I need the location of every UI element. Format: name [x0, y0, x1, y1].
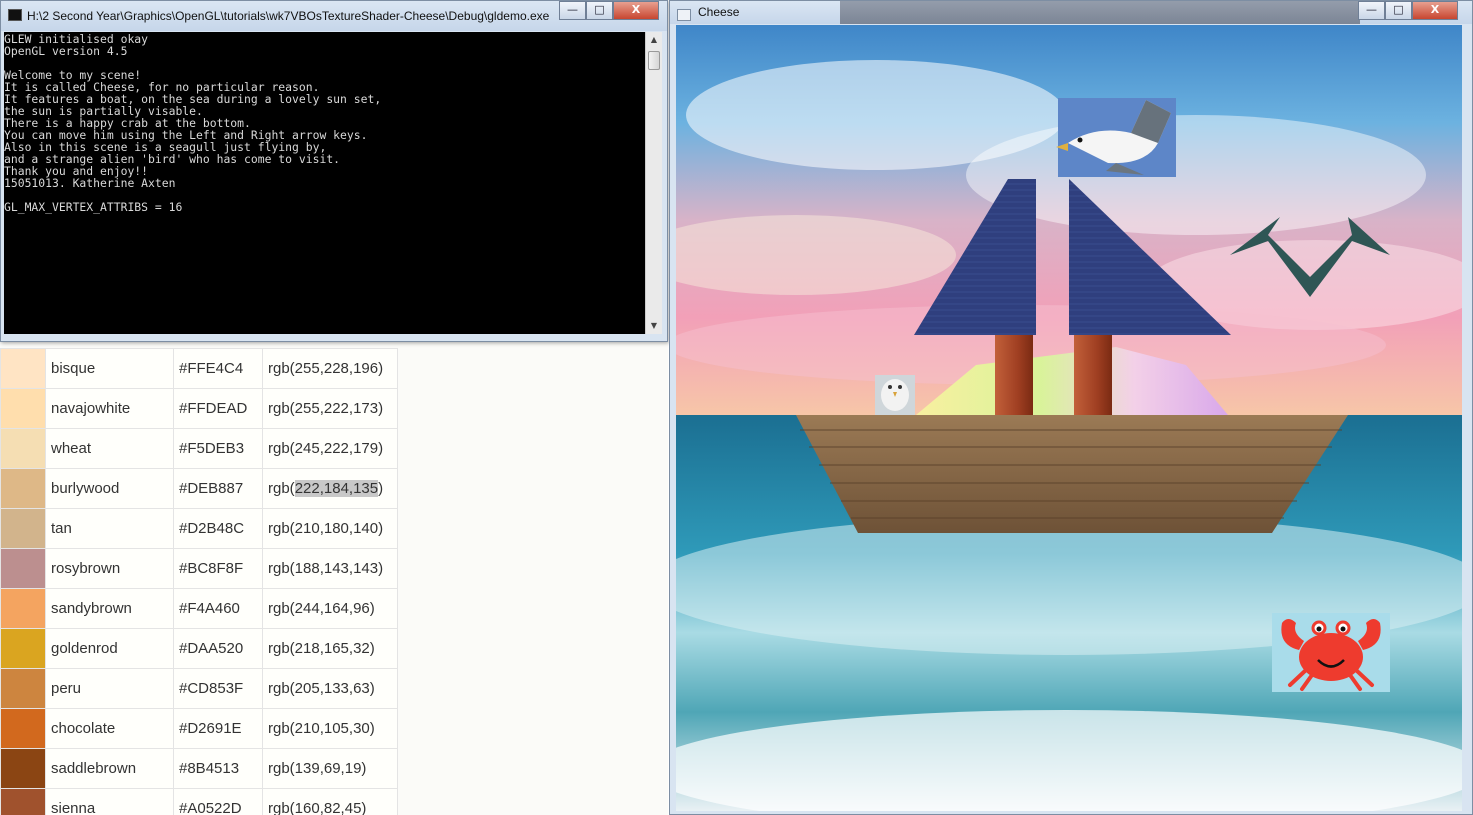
opengl-scene-canvas[interactable] [676, 25, 1462, 811]
color-name: navajowhite [45, 388, 174, 429]
scrollbar-thumb[interactable] [648, 51, 660, 70]
console-window: H:\2 Second Year\Graphics\OpenGL\tutoria… [0, 0, 668, 342]
mast-left [995, 333, 1033, 417]
scene-drawing [676, 25, 1462, 811]
color-name: saddlebrown [45, 748, 174, 789]
background-window-menubar [840, 1, 1360, 24]
color-row: sienna #A0522D rgb(160,82,45) [0, 788, 398, 815]
cheese-window-title: Cheese [698, 5, 740, 19]
maximize-button[interactable]: □ [586, 1, 613, 20]
color-swatch [0, 508, 46, 549]
cheese-window: Cheese — □ X [669, 0, 1473, 815]
scroll-down-icon[interactable]: ▼ [646, 318, 662, 334]
selected-text[interactable]: 222,184,135 [294, 480, 379, 497]
color-hex: #D2B48C [173, 508, 263, 549]
color-row: sandybrown #F4A460 rgb(244,164,96) [0, 588, 398, 629]
color-row: rosybrown #BC8F8F rgb(188,143,143) [0, 548, 398, 589]
mast-right [1074, 333, 1112, 417]
color-rgb[interactable]: rgb(218,165,32) [262, 628, 398, 669]
color-row: chocolate #D2691E rgb(210,105,30) [0, 708, 398, 749]
console-scrollbar[interactable]: ▲ ▼ [645, 32, 662, 334]
color-row: navajowhite #FFDEAD rgb(255,222,173) [0, 388, 398, 429]
color-rgb[interactable]: rgb(205,133,63) [262, 668, 398, 709]
color-rgb[interactable]: rgb(244,164,96) [262, 588, 398, 629]
color-name: peru [45, 668, 174, 709]
color-swatch [0, 668, 46, 709]
close-button[interactable]: X [1412, 1, 1458, 20]
color-swatch [0, 428, 46, 469]
color-row: wheat #F5DEB3 rgb(245,222,179) [0, 428, 398, 469]
color-rgb[interactable]: rgb(255,228,196) [262, 348, 398, 389]
color-name: bisque [45, 348, 174, 389]
console-output-text: GLEW initialised okay OpenGL version 4.5 W… [4, 32, 645, 213]
color-rgb[interactable]: rgb(210,105,30) [262, 708, 398, 749]
color-rgb[interactable]: rgb(188,143,143) [262, 548, 398, 589]
rgb-prefix: rgb( [268, 480, 295, 497]
color-name: wheat [45, 428, 174, 469]
color-swatch [0, 708, 46, 749]
color-name: burlywood [45, 468, 174, 509]
color-swatch [0, 588, 46, 629]
minimize-button[interactable]: — [559, 1, 586, 20]
cheese-app-icon [677, 9, 691, 21]
color-rgb[interactable]: rgb(210,180,140) [262, 508, 398, 549]
color-hex: #CD853F [173, 668, 263, 709]
flying-seagull-sprite [1056, 98, 1176, 177]
console-line: OpenGL version 4.5 [4, 44, 128, 58]
color-hex: #8B4513 [173, 748, 263, 789]
console-window-title: H:\2 Second Year\Graphics\OpenGL\tutoria… [27, 9, 550, 23]
color-swatch [0, 388, 46, 429]
color-swatch [0, 468, 46, 509]
color-swatch [0, 788, 46, 815]
color-hex: #A0522D [173, 788, 263, 815]
color-hex: #FFE4C4 [173, 348, 263, 389]
color-hex: #FFDEAD [173, 388, 263, 429]
color-rgb[interactable]: rgb(245,222,179) [262, 428, 398, 469]
color-name: chocolate [45, 708, 174, 749]
color-row: saddlebrown #8B4513 rgb(139,69,19) [0, 748, 398, 789]
color-name: goldenrod [45, 628, 174, 669]
minimize-button[interactable]: — [1358, 1, 1385, 20]
color-reference-page: bisque #FFE4C4 rgb(255,228,196) navajowhite… [0, 340, 668, 815]
color-rgb[interactable]: rgb(222,184,135) [262, 468, 398, 509]
color-swatch [0, 348, 46, 389]
color-rgb[interactable]: rgb(255,222,173) [262, 388, 398, 429]
color-swatch [0, 748, 46, 789]
color-rgb[interactable]: rgb(139,69,19) [262, 748, 398, 789]
color-hex: #DAA520 [173, 628, 263, 669]
color-hex: #DEB887 [173, 468, 263, 509]
maximize-button[interactable]: □ [1385, 1, 1412, 20]
color-name: rosybrown [45, 548, 174, 589]
color-hex: #D2691E [173, 708, 263, 749]
color-row: bisque #FFE4C4 rgb(255,228,196) [0, 348, 398, 389]
boat-hull [796, 415, 1348, 533]
close-button[interactable]: X [613, 1, 659, 20]
color-table: bisque #FFE4C4 rgb(255,228,196) navajowhite… [0, 348, 398, 815]
scroll-up-icon[interactable]: ▲ [646, 32, 662, 48]
color-hex: #F5DEB3 [173, 428, 263, 469]
color-name: sandybrown [45, 588, 174, 629]
color-row: peru #CD853F rgb(205,133,63) [0, 668, 398, 709]
color-swatch [0, 548, 46, 589]
color-row: burlywood #DEB887 rgb(222,184,135) [0, 468, 398, 509]
color-name: tan [45, 508, 174, 549]
rgb-suffix: ) [378, 480, 384, 497]
crab-sprite [1272, 613, 1390, 692]
console-output[interactable]: GLEW initialised okay OpenGL version 4.5 W… [4, 32, 645, 334]
color-hex: #F4A460 [173, 588, 263, 629]
color-swatch [0, 628, 46, 669]
console-app-icon [8, 9, 22, 21]
color-name: sienna [45, 788, 174, 815]
small-seagull-sprite [875, 375, 915, 415]
console-line: GL_MAX_VERTEX_ATTRIBS = 16 [4, 200, 183, 214]
color-hex: #BC8F8F [173, 548, 263, 589]
color-row: tan #D2B48C rgb(210,180,140) [0, 508, 398, 549]
cheese-titlebar[interactable]: Cheese — □ X [670, 1, 1472, 24]
console-titlebar[interactable]: H:\2 Second Year\Graphics\OpenGL\tutoria… [1, 1, 667, 31]
color-row: goldenrod #DAA520 rgb(218,165,32) [0, 628, 398, 669]
console-line: 15051013. Katherine Axten [4, 176, 176, 190]
color-rgb[interactable]: rgb(160,82,45) [262, 788, 398, 815]
